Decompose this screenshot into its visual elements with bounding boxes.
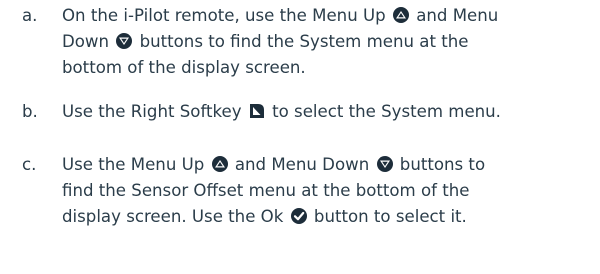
step-b: b. Use the Right Softkey to select the S…	[22, 99, 600, 125]
instruction-steps: a. On the i-Pilot remote, use the Menu U…	[0, 0, 600, 274]
step-text: On the i-Pilot remote, use the Menu Up a…	[62, 6, 499, 77]
step-marker: b.	[22, 102, 38, 121]
menu-up-icon	[392, 7, 409, 23]
ok-check-icon	[290, 208, 307, 224]
step-text: Use the Right Softkey to select the Syst…	[62, 102, 501, 121]
step-a: a. On the i-Pilot remote, use the Menu U…	[22, 3, 600, 81]
step-marker: c.	[22, 155, 37, 174]
step-text: Use the Menu Up and Menu Down buttons to…	[62, 155, 486, 226]
step-c: c. Use the Menu Up and Menu Down buttons…	[22, 152, 600, 230]
right-softkey-icon	[249, 104, 264, 118]
step-marker: a.	[22, 6, 38, 25]
menu-down-icon	[376, 156, 393, 172]
menu-up-icon	[211, 156, 228, 172]
menu-down-icon	[116, 33, 133, 49]
